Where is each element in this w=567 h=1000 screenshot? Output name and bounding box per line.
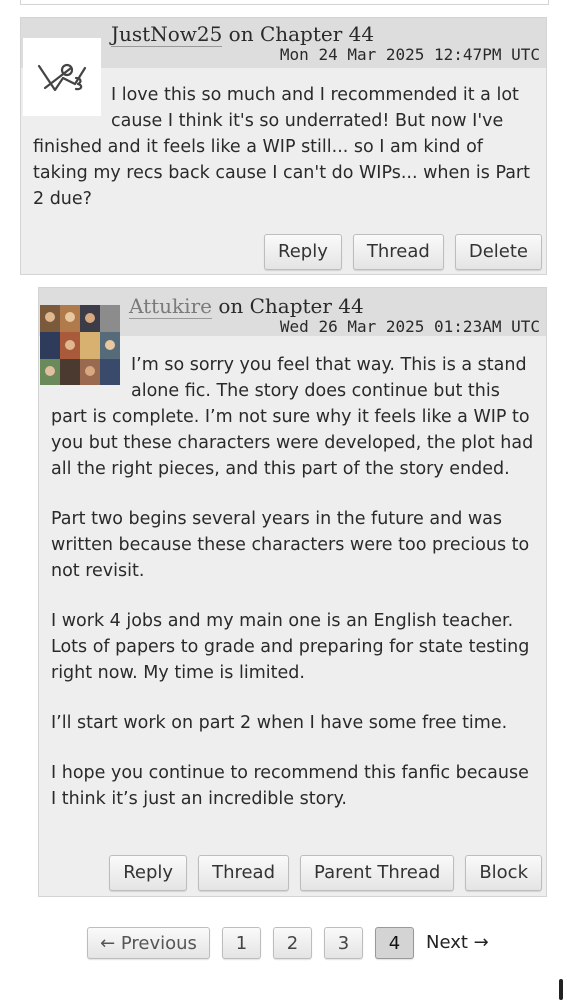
comment-actions: Reply Thread Parent Thread Block <box>109 855 542 891</box>
reply-button[interactable]: Reply <box>109 855 188 891</box>
comment-datetime: Wed 26 Mar 2025 01:23AM UTC <box>279 317 540 336</box>
comment-attukire: Attukire on Chapter 44 Wed 26 Mar 2025 0… <box>38 287 547 897</box>
comment-byline: Attukire on Chapter 44 <box>129 294 364 319</box>
previous-page-button[interactable]: ← Previous <box>87 927 210 959</box>
page-1-link[interactable]: 1 <box>222 927 261 959</box>
next-page-link[interactable]: Next → <box>426 927 489 959</box>
comment-author-link[interactable]: Attukire <box>129 294 212 319</box>
comment-datetime: Mon 24 Mar 2025 12:47PM UTC <box>279 45 540 64</box>
pagination: ← Previous 1 2 3 4 Next → <box>87 927 489 959</box>
page-2-link[interactable]: 2 <box>273 927 312 959</box>
previous-comment-edge <box>20 0 549 5</box>
thread-button[interactable]: Thread <box>352 234 444 270</box>
comment-chapter-label: on Chapter 44 <box>228 22 375 46</box>
comment-paragraph: I work 4 jobs and my main one is an Engl… <box>51 611 530 683</box>
comment-paragraph: I’ll start work on part 2 when I have so… <box>51 713 508 733</box>
comment-body: I’m so sorry you feel that way. This is … <box>51 352 536 836</box>
reply-button[interactable]: Reply <box>264 234 342 270</box>
comment-author-link[interactable]: JustNow25 <box>111 22 223 47</box>
comment-chapter-label: on Chapter 44 <box>218 294 364 318</box>
comment-paragraph: I hope you continue to recommend this fa… <box>51 763 529 809</box>
current-page-4: 4 <box>375 927 414 959</box>
thread-button[interactable]: Thread <box>198 855 290 891</box>
parent-thread-button[interactable]: Parent Thread <box>300 855 455 891</box>
comment-justnow25: JustNow25 on Chapter 44 Mon 24 Mar 2025 … <box>20 17 547 275</box>
block-button[interactable]: Block <box>465 855 542 891</box>
comment-byline: JustNow25 on Chapter 44 <box>111 22 375 47</box>
page-3-link[interactable]: 3 <box>324 927 363 959</box>
comment-actions: Reply Thread Delete <box>264 234 542 270</box>
comment-body: I love this so much and I recommended it… <box>33 82 536 236</box>
delete-button[interactable]: Delete <box>454 234 542 270</box>
scroll-indicator[interactable] <box>559 979 563 1000</box>
comment-paragraph: Part two begins several years in the fut… <box>51 509 530 581</box>
